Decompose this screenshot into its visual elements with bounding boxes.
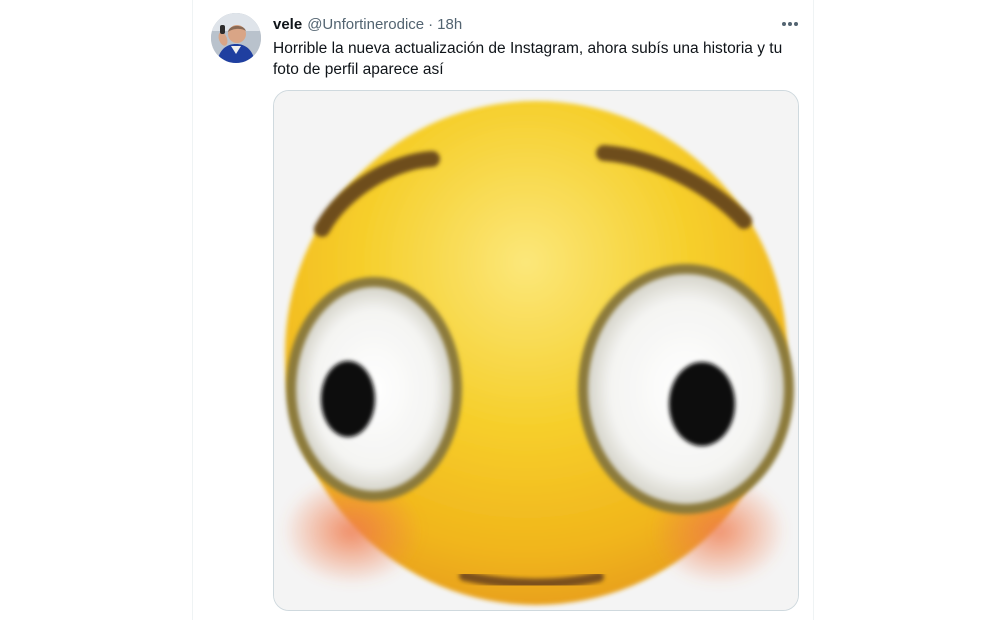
more-horizontal-icon (782, 22, 798, 26)
tweet-text: Horrible la nueva actualización de Insta… (273, 40, 783, 78)
timestamp[interactable]: 18h (437, 16, 462, 33)
tweet-media[interactable] (273, 90, 799, 611)
tweet-card[interactable]: vele @Unfortinerodice · 18h Horrible la … (192, 0, 814, 620)
avatar[interactable] (211, 13, 261, 63)
more-options-button[interactable] (777, 12, 803, 36)
flushed-face-emoji-image (274, 91, 798, 610)
tweet-header: vele @Unfortinerodice · 18h (273, 13, 462, 35)
separator-dot: · (428, 15, 434, 33)
user-handle[interactable]: @Unfortinerodice (307, 16, 424, 33)
avatar-image (211, 13, 261, 63)
display-name[interactable]: vele (273, 16, 302, 33)
page: vele @Unfortinerodice · 18h Horrible la … (0, 0, 1005, 620)
